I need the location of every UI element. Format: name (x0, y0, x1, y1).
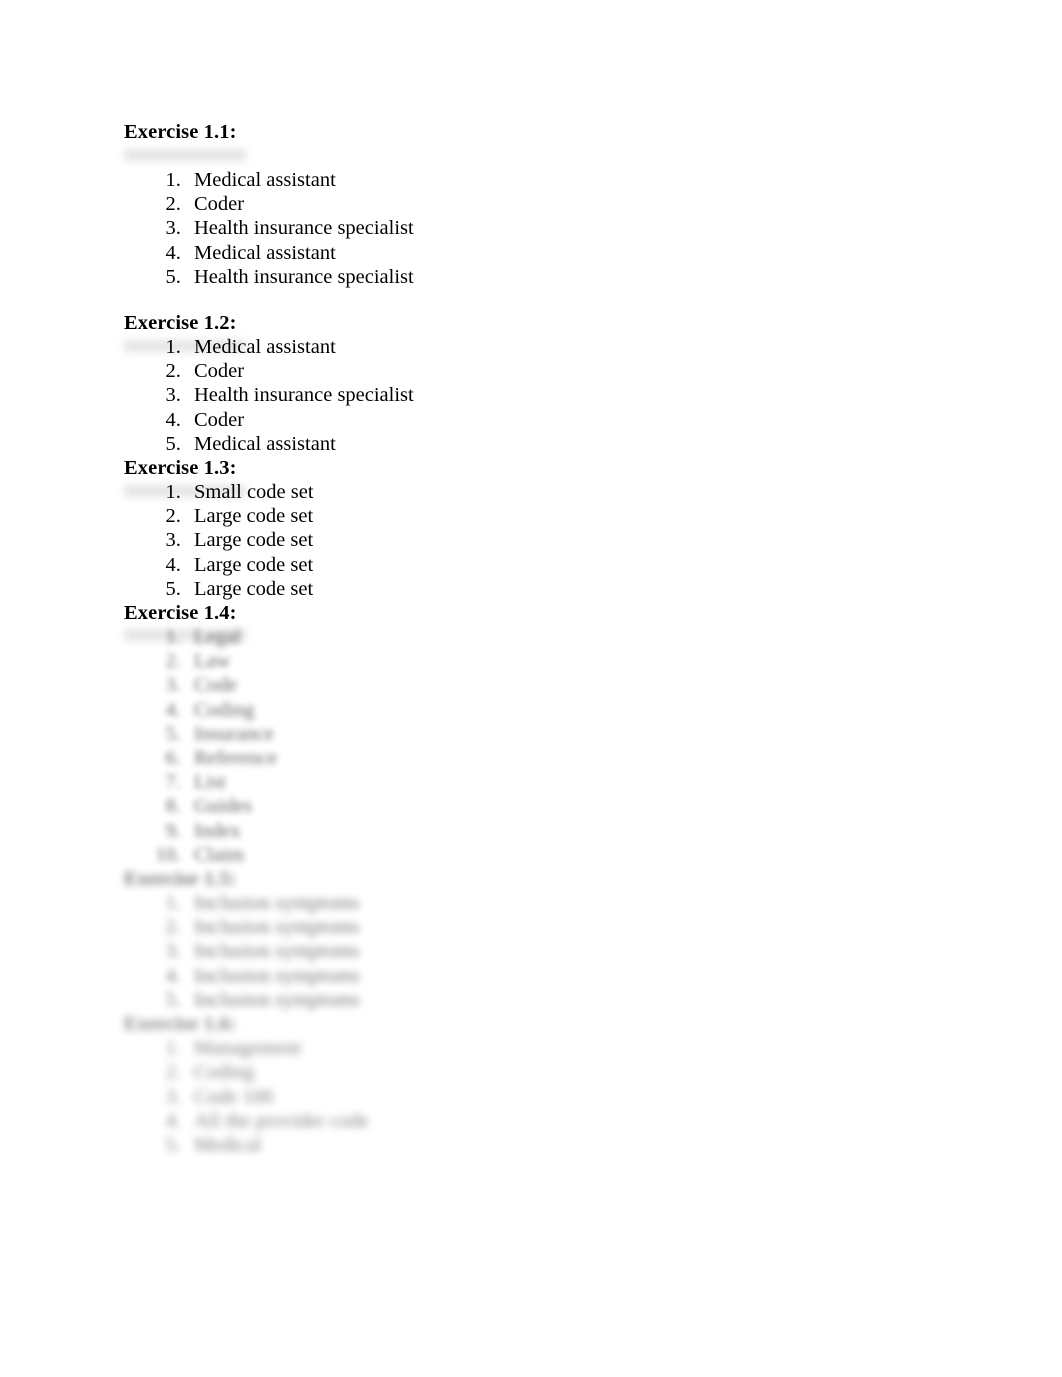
section-exercise-1-2: Exercise 1.2: Medical assistant Coder He… (124, 311, 944, 456)
heading-shadow (124, 340, 246, 352)
list-item: Medical assistant (186, 168, 944, 192)
list-item: Reference (186, 746, 944, 770)
list-item: Inclusion symptoms (186, 939, 944, 963)
section-exercise-1-5: Exercise 1.5: Inclusion symptoms Inclusi… (124, 867, 944, 1012)
list-item: Health insurance specialist (186, 383, 944, 407)
list-item: Inclusion symptoms (186, 915, 944, 939)
list-item: Small code set (186, 480, 944, 504)
list-item: Inclusion symptoms (186, 964, 944, 988)
list-item: Inclusion symptoms (186, 891, 944, 915)
list-item: Code (186, 673, 944, 697)
answer-list: Medical assistant Coder Health insurance… (124, 168, 944, 289)
list-item: Coder (186, 192, 944, 216)
list-item: Law (186, 649, 944, 673)
answer-list: Medical assistant Coder Health insurance… (124, 335, 944, 456)
list-item: Claim (186, 843, 944, 867)
answer-list: Legal Law Code Coding Insurance Referenc… (124, 625, 944, 867)
heading-shadow (124, 629, 246, 641)
list-item: Code 100 (186, 1085, 944, 1109)
section-exercise-1-4: Exercise 1.4: Legal Law Code Coding Insu… (124, 601, 944, 867)
answer-list: Inclusion symptoms Inclusion symptoms In… (124, 891, 944, 1012)
list-item: Index (186, 819, 944, 843)
list-item: List (186, 770, 944, 794)
section-exercise-1-6: Exercise 1.6: Management Coding Code 100… (124, 1012, 944, 1157)
list-item: Coder (186, 359, 944, 383)
list-item: Insurance (186, 722, 944, 746)
section-heading: Exercise 1.2: (124, 312, 237, 335)
list-item: Medical assistant (186, 335, 944, 359)
section-heading: Exercise 1.3: (124, 457, 237, 480)
answer-list: Small code set Large code set Large code… (124, 480, 944, 601)
list-item: Medical assistant (186, 432, 944, 456)
list-item: Health insurance specialist (186, 265, 944, 289)
list-item: Inclusion symptoms (186, 988, 944, 1012)
section-exercise-1-3: Exercise 1.3: Small code set Large code … (124, 456, 944, 601)
answer-list: Management Coding Code 100 All the provi… (124, 1036, 944, 1157)
list-item: Coding (186, 1060, 944, 1084)
list-item: All the provider code (186, 1109, 944, 1133)
section-exercise-1-1: Exercise 1.1: Medical assistant Coder He… (124, 120, 944, 289)
list-item: Guides (186, 794, 944, 818)
section-heading: Exercise 1.4: (124, 602, 237, 625)
list-item: Legal (186, 625, 944, 649)
heading-shadow (124, 485, 246, 497)
section-heading: Exercise 1.1: (124, 121, 237, 143)
list-item: Large code set (186, 553, 944, 577)
document-body: Exercise 1.1: Medical assistant Coder He… (124, 120, 944, 1157)
list-item: Management (186, 1036, 944, 1060)
section-heading: Exercise 1.5: (124, 868, 237, 891)
list-item: Large code set (186, 577, 944, 601)
heading-shadow (124, 149, 246, 161)
document-page: Exercise 1.1: Medical assistant Coder He… (0, 0, 1062, 1377)
section-heading: Exercise 1.6: (124, 1013, 237, 1036)
list-item: Coding (186, 698, 944, 722)
list-item: Large code set (186, 528, 944, 552)
list-item: Large code set (186, 504, 944, 528)
list-item: Medical (186, 1133, 944, 1157)
list-item: Coder (186, 408, 944, 432)
list-item: Medical assistant (186, 241, 944, 265)
list-item: Health insurance specialist (186, 216, 944, 240)
